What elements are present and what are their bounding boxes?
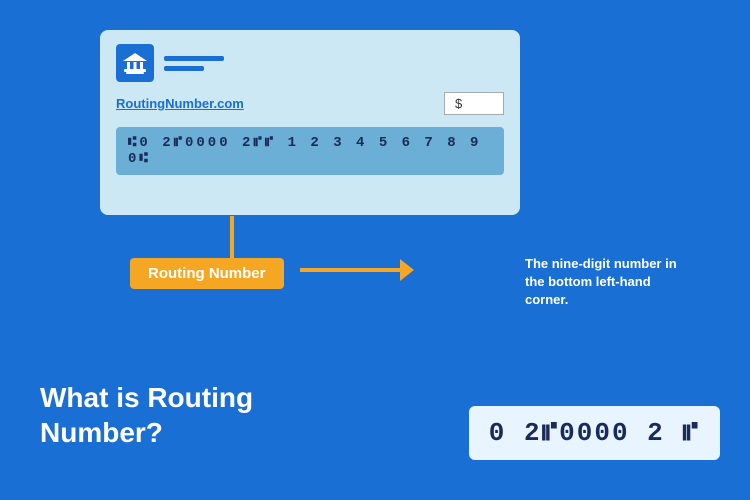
routing-number-value: 0 2⑈0000 2 ⑈	[489, 418, 700, 448]
micr-line-text: ⑆0 2⑈0000 2⑈⑈ 1 2 3 4 5 6 7 8 9 0⑆	[128, 135, 492, 167]
routing-number-badge: Routing Number	[130, 258, 284, 289]
micr-strip: ⑆0 2⑈0000 2⑈⑈ 1 2 3 4 5 6 7 8 9 0⑆	[116, 127, 504, 175]
bank-name-lines	[164, 56, 224, 71]
bank-icon	[116, 44, 154, 82]
arrow-right-pointer	[400, 259, 414, 281]
check-image: RoutingNumber.com $ ⑆0 2⑈0000 2⑈⑈ 1 2 3 …	[100, 30, 520, 215]
page-heading: What is Routing Number?	[40, 380, 253, 450]
dollar-amount-box: $	[444, 92, 504, 115]
routing-number-display-box: 0 2⑈0000 2 ⑈	[469, 406, 720, 460]
description-text: The nine-digit number in the bottom left…	[525, 255, 695, 310]
check-website-text: RoutingNumber.com	[116, 96, 434, 111]
arrow-horizontal-line	[300, 268, 405, 272]
